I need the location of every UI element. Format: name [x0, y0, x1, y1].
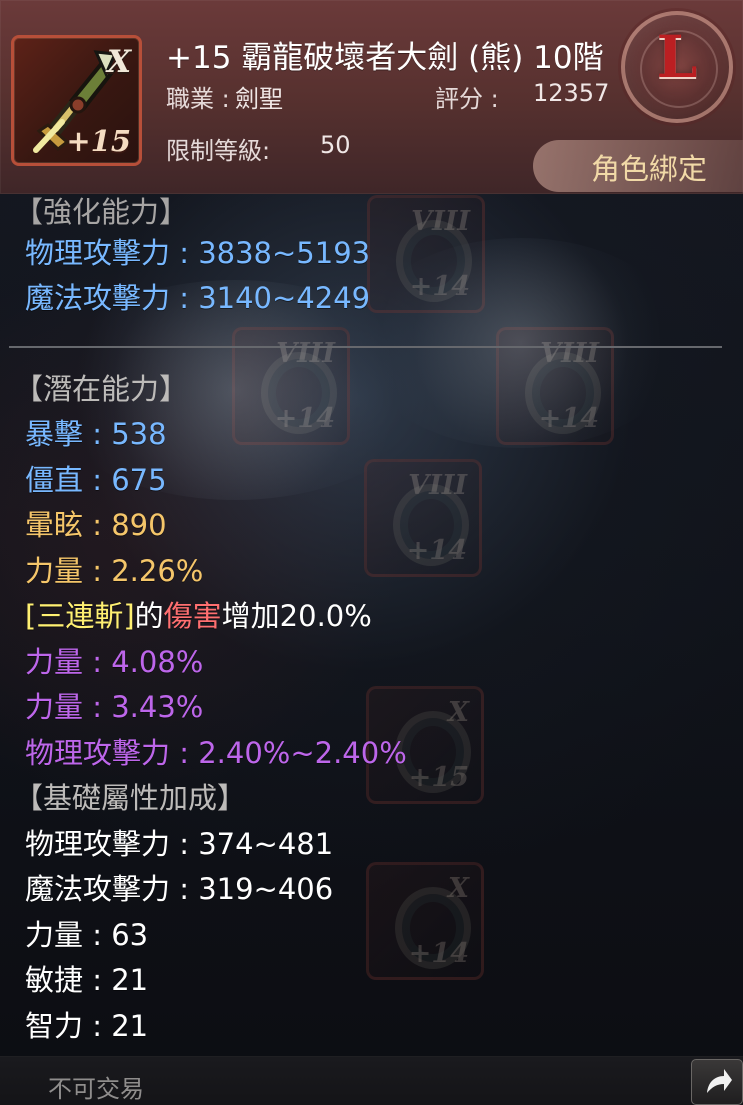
potential-strength-2: 力量 : 4.08%: [25, 645, 204, 679]
job-value: 劍聖: [235, 85, 283, 113]
grade-letter: L: [656, 23, 698, 91]
potential-stiffness: 僵直 : 675: [25, 463, 167, 497]
item-title: +15 霸龍破壞者大劍 (熊) 10階: [166, 40, 604, 76]
potential-critical: 暴擊 : 538: [25, 417, 167, 451]
tooltip-footer: 不可交易: [0, 1056, 743, 1105]
enhanced-stats-heading: 【強化能力】: [14, 195, 189, 229]
share-arrow-icon: [707, 1069, 732, 1093]
item-grade-badge: L: [621, 11, 733, 123]
item-tier-mark: X: [106, 44, 131, 80]
potential-stun: 暈眩 : 890: [25, 508, 167, 542]
item-header: X +15 +15 霸龍破壞者大劍 (熊) 10階 職業 : 劍聖 評分 : 1…: [0, 0, 743, 194]
base-magic-attack: 魔法攻擊力 : 319~406: [25, 872, 334, 906]
skill-bonus-connector: 的: [134, 599, 164, 633]
score-label: 評分 :: [435, 85, 499, 113]
share-button[interactable]: [691, 1059, 743, 1105]
score-value: 12357: [533, 79, 610, 107]
potential-physical-attack: 物理攻擊力 : 2.40%~2.40%: [25, 736, 407, 770]
enhanced-physical-attack: 物理攻擊力 : 3838~5193: [25, 236, 371, 270]
required-level-value: 50: [320, 131, 351, 159]
binding-tag: 角色綁定: [533, 140, 743, 192]
base-physical-attack: 物理攻擊力 : 374~481: [25, 827, 334, 861]
base-strength: 力量 : 63: [25, 918, 149, 952]
skill-damage-bonus: [三連斬]的傷害增加20.0%: [25, 602, 372, 631]
background-ghost-item-4: VIII +14: [364, 459, 482, 577]
item-tooltip-panel: VIII +14 VIII +14 VIII +14 VIII +14 X +15 X +1…: [0, 0, 743, 1105]
base-agility: 敏捷 : 21: [25, 963, 149, 997]
base-stats-heading: 【基礎屬性加成】: [14, 781, 247, 815]
potential-strength-3: 力量 : 3.43%: [25, 690, 204, 724]
item-icon-slot[interactable]: X +15: [11, 35, 142, 166]
job-label: 職業 :: [166, 85, 230, 113]
potential-strength-1: 力量 : 2.26%: [25, 554, 204, 588]
base-intelligence: 智力 : 21: [25, 1009, 149, 1043]
damage-keyword: 傷害: [163, 599, 222, 633]
required-level-label: 限制等級:: [166, 137, 271, 165]
trade-status: 不可交易: [48, 1075, 144, 1103]
background-ghost-item-6: X +14: [366, 862, 484, 980]
skill-name: [三連斬]: [25, 599, 135, 633]
enhancement-level-mark: +15: [66, 124, 131, 158]
potential-stats-heading: 【潛在能力】: [14, 372, 189, 406]
section-divider: [9, 346, 722, 348]
enhanced-magic-attack: 魔法攻擊力 : 3140~4249: [25, 281, 371, 315]
binding-status: 角色綁定: [591, 152, 708, 186]
damage-increase: 增加20.0%: [221, 599, 372, 633]
